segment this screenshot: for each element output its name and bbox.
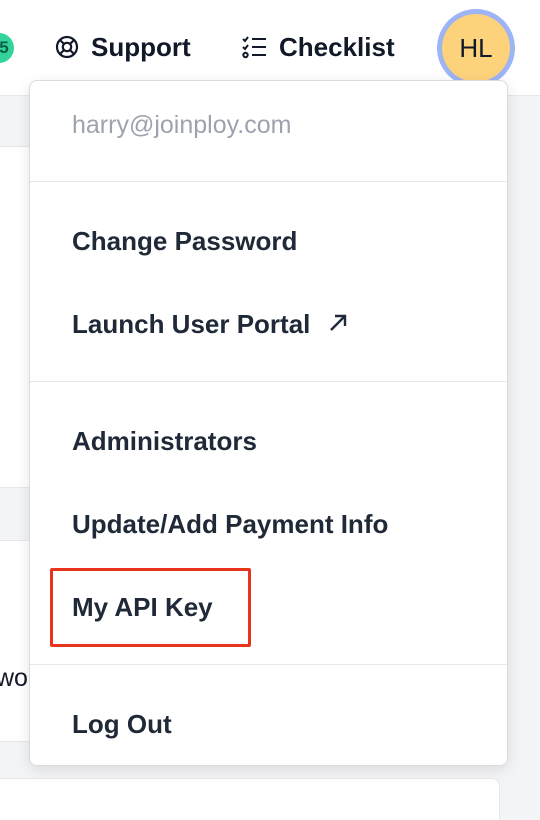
support-label: Support [91,31,191,62]
checklist-button[interactable]: Checklist [241,28,395,66]
menu-item-my-api-key[interactable]: My API Key [72,582,213,632]
menu-item-label: Change Password [72,225,298,256]
menu-divider [30,181,507,182]
menu-item-change-password[interactable]: Change Password [72,216,297,266]
external-link-icon [328,309,348,340]
menu-item-label: Update/Add Payment Info [72,508,389,539]
support-button[interactable]: Support [55,28,191,66]
background-partial-text: wo [0,664,28,692]
lifebuoy-icon [55,35,79,59]
menu-item-administrators[interactable]: Administrators [72,416,257,466]
user-email: harry@joinploy.com [72,111,292,139]
menu-item-label: My API Key [72,591,213,622]
menu-item-label: Launch User Portal [72,308,311,339]
menu-divider [30,664,507,665]
checklist-label: Checklist [279,31,395,62]
checklist-icon [241,35,267,59]
menu-item-label: Log Out [72,708,172,739]
menu-item-update-payment-info[interactable]: Update/Add Payment Info [72,499,388,549]
avatar-initials: HL [442,14,510,82]
menu-divider [30,381,507,382]
user-avatar-button[interactable]: HL [437,9,515,87]
notification-count-badge[interactable]: 5 [0,33,14,63]
page: wo 5 Support Checklist HL harry@joinploy… [0,0,540,820]
menu-item-log-out[interactable]: Log Out [72,699,172,749]
menu-item-launch-user-portal[interactable]: Launch User Portal [72,299,348,349]
background-card [0,778,500,820]
user-dropdown-menu: harry@joinploy.com Change Password Launc… [29,80,508,766]
menu-item-label: Administrators [72,425,257,456]
